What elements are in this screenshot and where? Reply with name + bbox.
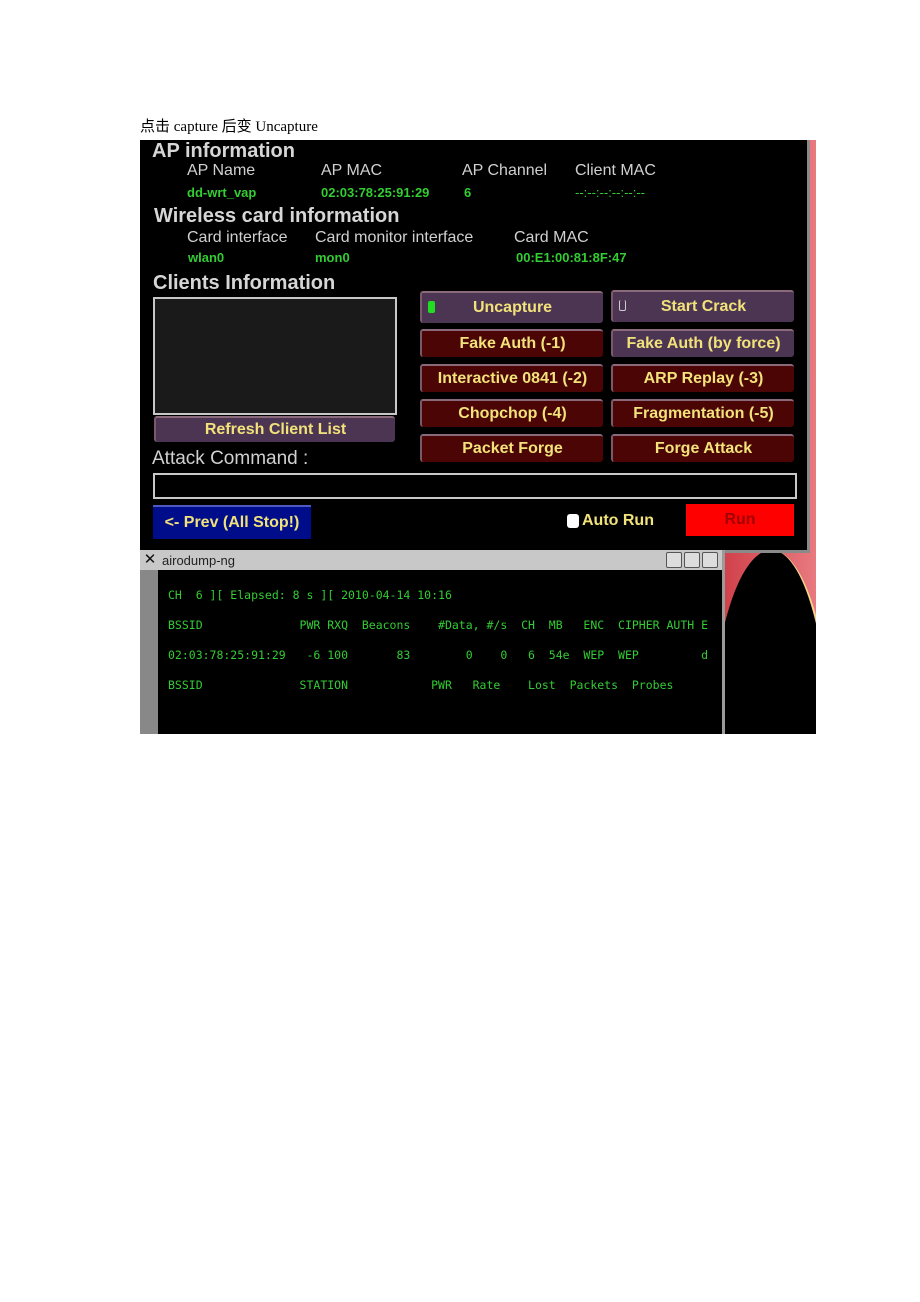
screenshot: AP information AP Name AP MAC AP Channel… [140, 140, 816, 734]
uncapture-label: Uncapture [472, 299, 553, 316]
attack-panel-window: AP information AP Name AP MAC AP Channel… [140, 140, 810, 553]
client-mac-value: --:--:--:--:--:-- [575, 185, 646, 200]
ap-mac-value: 02:03:78:25:91:29 [321, 185, 430, 200]
airodump-terminal-window: ✕ airodump-ng CH 6 ][ Elapsed: 8 s ][ 20… [140, 550, 725, 734]
card-monitor-value: mon0 [315, 250, 350, 265]
card-monitor-label: Card monitor interface [315, 229, 474, 246]
terminal-status-line: CH 6 ][ Elapsed: 8 s ][ 2010-04-14 10:16 [168, 588, 452, 602]
terminal-ap-row: 02:03:78:25:91:29 -6 100 83 0 0 6 54e WE… [168, 648, 709, 662]
client-list[interactable] [153, 297, 397, 415]
auto-run-checkbox[interactable] [567, 514, 579, 528]
terminal-scrollbar[interactable] [140, 570, 158, 734]
minimize-icon[interactable] [666, 552, 682, 568]
maximize-icon[interactable] [684, 552, 700, 568]
ap-mac-label: AP MAC [321, 162, 383, 179]
crack-status-led [619, 300, 626, 311]
clients-info-heading: Clients Information [153, 272, 336, 294]
ap-name-value: dd-wrt_vap [187, 185, 257, 200]
start-crack-label: Start Crack [660, 298, 747, 315]
close-icon[interactable]: ✕ [142, 552, 158, 568]
card-mac-value: 00:E1:00:81:8F:47 [516, 250, 627, 265]
ap-channel-value: 6 [464, 185, 472, 200]
fake-auth-force-button[interactable]: Fake Auth (by force) [611, 329, 794, 357]
card-interface-value: wlan0 [188, 250, 225, 265]
fragmentation-button[interactable]: Fragmentation (-5) [611, 399, 794, 427]
ap-info-heading: AP information [152, 140, 295, 162]
card-mac-label: Card MAC [514, 229, 589, 246]
terminal-title: airodump-ng [162, 552, 235, 568]
chopchop-button[interactable]: Chopchop (-4) [420, 399, 603, 427]
terminal-ap-header: BSSID PWR RXQ Beacons #Data, #/s CH MB E… [168, 618, 709, 632]
start-crack-button[interactable]: Start Crack [611, 290, 794, 322]
capture-status-led [428, 301, 435, 313]
prev-all-stop-button[interactable]: <- Prev (All Stop!) [153, 505, 311, 539]
fake-auth-button[interactable]: Fake Auth (-1) [420, 329, 603, 357]
interactive-0841-button[interactable]: Interactive 0841 (-2) [420, 364, 603, 392]
shade-icon[interactable] [702, 552, 718, 568]
run-button[interactable]: Run [686, 504, 794, 536]
card-info-heading: Wireless card information [154, 205, 400, 227]
arp-replay-button[interactable]: ARP Replay (-3) [611, 364, 794, 392]
terminal-titlebar[interactable]: ✕ airodump-ng [140, 550, 722, 570]
auto-run-toggle[interactable]: Auto Run [567, 512, 654, 530]
caption: 点击 capture 后变 Uncapture [140, 119, 318, 135]
ap-name-label: AP Name [187, 162, 256, 179]
terminal-station-header: BSSID STATION PWR Rate Lost Packets Prob… [168, 678, 674, 692]
card-interface-label: Card interface [187, 229, 288, 246]
attack-command-input[interactable] [153, 473, 797, 499]
client-mac-label: Client MAC [575, 162, 656, 179]
auto-run-label: Auto Run [582, 512, 654, 529]
packet-forge-button[interactable]: Packet Forge [420, 434, 603, 462]
attack-command-label: Attack Command : [152, 448, 309, 469]
uncapture-button[interactable]: Uncapture [420, 291, 603, 323]
forge-attack-button[interactable]: Forge Attack [611, 434, 794, 462]
ap-channel-label: AP Channel [462, 162, 548, 179]
refresh-client-list-button[interactable]: Refresh Client List [154, 416, 395, 442]
